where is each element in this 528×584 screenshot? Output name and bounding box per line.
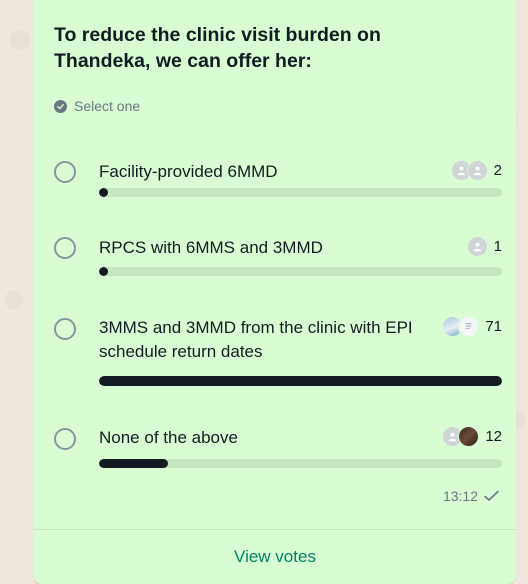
- vote-bar: [99, 188, 502, 197]
- vote-bar: [99, 376, 502, 386]
- radio-button[interactable]: [54, 428, 76, 450]
- person-icon: [473, 242, 482, 252]
- voter-avatars: [450, 160, 488, 181]
- vote-bar: [99, 267, 502, 276]
- radio-button[interactable]: [54, 237, 76, 259]
- voter-avatars: [466, 236, 488, 257]
- single-check-icon: [484, 490, 499, 501]
- voter-avatars: [442, 316, 480, 337]
- avatar: [458, 316, 480, 337]
- poll-option-label: RPCS with 6MMS and 3MMD: [99, 238, 323, 257]
- vote-bar: [99, 459, 502, 468]
- vote-bar-fill: [99, 459, 168, 468]
- person-icon: [448, 432, 457, 442]
- vote-bar-fill: [99, 376, 502, 386]
- select-hint: Select one: [54, 98, 140, 114]
- vote-count: 12: [485, 428, 502, 445]
- poll-message-bubble: To reduce the clinic visit burden on Tha…: [34, 0, 516, 584]
- vote-count: 1: [493, 238, 502, 255]
- avatar: [458, 426, 480, 447]
- timestamp: 13:12: [442, 488, 478, 504]
- vote-count: 2: [493, 162, 502, 179]
- poll-option-label: Facility-provided 6MMD: [99, 162, 278, 181]
- view-votes-button[interactable]: View votes: [34, 530, 516, 584]
- avatar: [466, 236, 488, 257]
- vote-count: 71: [485, 318, 502, 335]
- radio-button[interactable]: [54, 318, 76, 340]
- voter-avatars: [442, 426, 480, 447]
- message-meta: 13:12: [443, 488, 500, 504]
- avatar: [466, 160, 488, 181]
- select-hint-label: Select one: [74, 98, 141, 114]
- check-circle-icon: [54, 99, 67, 113]
- vote-bar-fill: [99, 267, 108, 276]
- voter-summary: 1: [466, 236, 502, 257]
- poll-option-label: None of the above: [99, 428, 238, 447]
- poll-question: To reduce the clinic visit burden on Tha…: [54, 24, 381, 72]
- person-icon: [473, 166, 482, 176]
- radio-button[interactable]: [54, 161, 76, 183]
- person-icon: [457, 166, 466, 176]
- voter-summary: 2: [450, 160, 502, 181]
- voter-summary: 71: [442, 316, 502, 337]
- poll-option-label: 3MMS and 3MMD from the clinic with EPI s…: [99, 318, 413, 361]
- document-icon: [466, 323, 472, 329]
- voter-summary: 12: [442, 426, 502, 447]
- vote-bar-fill: [99, 188, 108, 197]
